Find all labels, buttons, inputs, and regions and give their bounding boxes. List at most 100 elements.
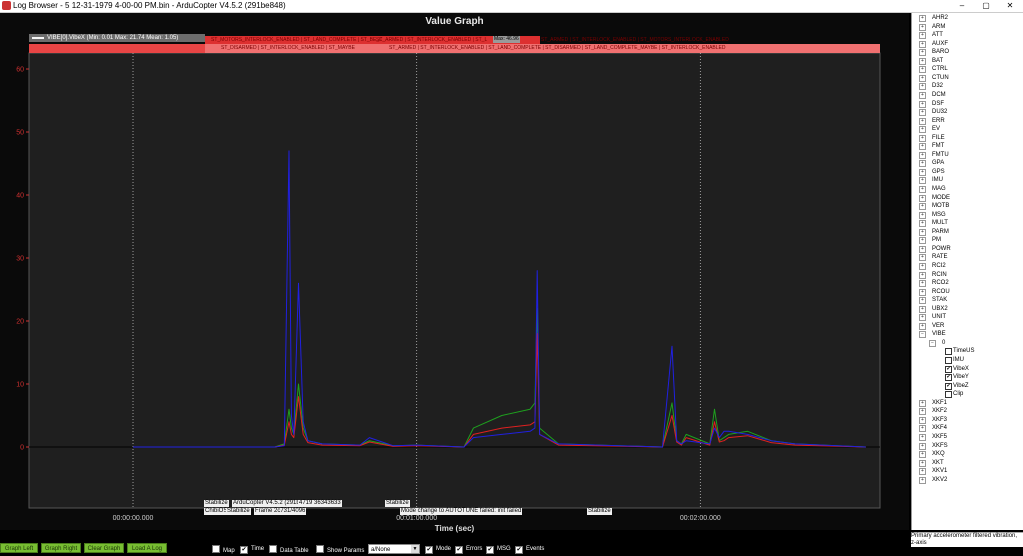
expand-toggle-icon[interactable]: − — [919, 331, 926, 339]
field-checkbox[interactable] — [945, 357, 952, 364]
expand-toggle-icon[interactable]: + — [919, 459, 926, 467]
expand-toggle-icon[interactable]: + — [919, 126, 926, 134]
chevron-down-icon[interactable]: ▼ — [411, 545, 419, 553]
expand-toggle-icon[interactable]: + — [919, 280, 926, 288]
expand-toggle-icon[interactable]: + — [919, 49, 926, 57]
expand-toggle-icon[interactable]: + — [919, 433, 926, 441]
annotation-mode-stabilize-2[interactable]: Stabilize — [226, 508, 251, 515]
expand-toggle-icon[interactable]: + — [919, 109, 926, 117]
expand-toggle-icon[interactable]: + — [919, 151, 926, 159]
x-tick-label: 00:01:00.000 — [396, 515, 437, 522]
show-params-check-box[interactable] — [316, 545, 324, 553]
expand-toggle-icon[interactable]: + — [919, 468, 926, 476]
msg-check-box[interactable]: ✔ — [486, 546, 494, 554]
expand-toggle-icon[interactable]: + — [919, 168, 926, 176]
mode-checkbox[interactable]: ✔ Mode — [425, 545, 451, 554]
expand-toggle-icon[interactable]: + — [919, 100, 926, 108]
errors-checkbox[interactable]: ✔ Errors — [455, 545, 482, 554]
graph-right-button[interactable]: Graph Right — [41, 543, 81, 553]
expand-toggle-icon[interactable]: + — [919, 451, 926, 459]
maximize-button[interactable]: ▢ — [974, 0, 998, 12]
annotation-chibios[interactable]: ChibiOS — [204, 508, 229, 515]
expand-toggle-icon[interactable]: + — [919, 74, 926, 82]
expand-toggle-icon[interactable]: + — [919, 211, 926, 219]
expand-toggle-icon[interactable]: + — [919, 40, 926, 48]
expand-toggle-icon[interactable]: + — [919, 23, 926, 31]
show-params-checkbox[interactable]: Show Params — [316, 545, 364, 555]
expand-toggle-icon[interactable]: + — [919, 245, 926, 253]
expand-toggle-icon[interactable]: + — [919, 297, 926, 305]
annotation-mode-stabilize-4[interactable]: Stabilize — [587, 508, 612, 515]
app-icon — [2, 1, 11, 10]
expand-toggle-icon[interactable]: + — [919, 262, 926, 270]
field-checkbox[interactable]: ✔ — [945, 365, 952, 373]
field-checkbox[interactable]: ✔ — [945, 382, 952, 390]
expand-toggle-icon[interactable]: + — [919, 32, 926, 40]
time-checkbox[interactable]: ✔ Time — [240, 545, 264, 554]
expand-toggle-icon[interactable]: − — [929, 339, 936, 347]
expand-toggle-icon[interactable]: + — [919, 305, 926, 313]
expand-toggle-icon[interactable]: + — [919, 322, 926, 330]
close-button[interactable]: ✕ — [998, 0, 1022, 12]
expand-toggle-icon[interactable]: + — [919, 476, 926, 484]
expand-toggle-icon[interactable]: + — [919, 66, 926, 74]
expand-toggle-icon[interactable]: + — [919, 254, 926, 262]
events-check-box[interactable]: ✔ — [515, 546, 523, 554]
annotation-board-id[interactable]: 2c731/4096 — [273, 508, 307, 515]
expand-toggle-icon[interactable]: + — [919, 57, 926, 65]
expand-toggle-icon[interactable]: + — [919, 416, 926, 424]
graph-left-button[interactable]: Graph Left — [0, 543, 38, 553]
expand-toggle-icon[interactable]: + — [919, 160, 926, 168]
expand-toggle-icon[interactable]: + — [919, 271, 926, 279]
message-tree[interactable]: + AHR2 + ARM + ATT + AUXF + BARO + BAT + CTRL + CTUN + D3… — [911, 13, 1023, 530]
expand-toggle-icon[interactable]: + — [919, 408, 926, 416]
expand-toggle-icon[interactable]: + — [919, 288, 926, 296]
expand-toggle-icon[interactable]: + — [919, 91, 926, 99]
events-checkbox[interactable]: ✔ Events — [515, 545, 544, 554]
expand-toggle-icon[interactable]: + — [919, 237, 926, 245]
annotation-frame[interactable]: Frame — [254, 508, 274, 515]
expand-toggle-icon[interactable]: + — [919, 425, 926, 433]
expand-toggle-icon[interactable]: + — [919, 203, 926, 211]
annotation-ids[interactable]: 4719 36343633 — [298, 500, 342, 507]
mode-check-box[interactable]: ✔ — [425, 546, 433, 554]
status-snippet-4: ST_DISARMED | ST_INTERLOCK_ENABLED | ST_… — [221, 45, 355, 51]
map-checkbox[interactable]: Map — [212, 545, 235, 555]
y-tick-label: 10 — [16, 382, 24, 389]
tree-item-xkv2[interactable]: + XKV2 — [912, 476, 1023, 485]
expand-toggle-icon[interactable]: + — [919, 399, 926, 407]
clear-graph-button[interactable]: Clear Graph — [84, 543, 124, 553]
data-table-check-box[interactable] — [269, 545, 277, 553]
graph-legend[interactable]: VIBE[0].VibeX (Min: 0.01 Max: 21.74 Mean… — [29, 34, 205, 42]
minimize-button[interactable]: – — [950, 0, 974, 12]
annotation-mode-stabilize-1[interactable]: Stabilize — [204, 500, 229, 507]
field-checkbox[interactable] — [945, 391, 952, 399]
errors-check-box[interactable]: ✔ — [455, 546, 463, 554]
value-graph[interactable]: Value Graph 00:00:00.000 00:01:00.000 00:0… — [0, 13, 909, 533]
expand-toggle-icon[interactable]: + — [919, 143, 926, 151]
expand-toggle-icon[interactable]: + — [919, 186, 926, 193]
y-tick-label: 0 — [20, 445, 24, 452]
data-table-checkbox[interactable]: Data Table — [269, 545, 309, 555]
msg-checkbox[interactable]: ✔ MSG — [486, 545, 511, 554]
expand-toggle-icon[interactable]: + — [919, 83, 926, 91]
field-checkbox[interactable]: ✔ — [945, 374, 952, 382]
expand-toggle-icon[interactable]: + — [919, 134, 926, 142]
annotation-autotune-failed[interactable]: Mode change to AUTOTUNE failed: init fai… — [400, 508, 523, 515]
expand-toggle-icon[interactable]: + — [919, 117, 926, 125]
status-snippet-2: ST_ARMED | ST_INTERLOCK_ENABLED | ST_LAN… — [376, 37, 487, 43]
time-check-box[interactable]: ✔ — [240, 546, 248, 554]
expand-toggle-icon[interactable]: + — [919, 177, 926, 185]
annotation-mode-stabilize-3[interactable]: Stabilize — [385, 500, 410, 507]
graph-canvas[interactable]: 00:00:00.000 00:01:00.000 00:02:00.000 0 10 2… — [0, 13, 909, 530]
expand-toggle-icon[interactable]: + — [919, 228, 926, 236]
expand-toggle-icon[interactable]: + — [919, 314, 926, 322]
field-checkbox[interactable] — [945, 348, 952, 356]
map-check-box[interactable] — [212, 545, 220, 553]
load-log-button[interactable]: Load A Log — [127, 543, 167, 553]
expand-toggle-icon[interactable]: + — [919, 442, 926, 450]
expand-toggle-icon[interactable]: + — [919, 220, 926, 228]
instance-select[interactable]: a/None ▼ — [368, 544, 420, 554]
expand-toggle-icon[interactable]: + — [919, 15, 926, 22]
expand-toggle-icon[interactable]: + — [919, 194, 926, 202]
